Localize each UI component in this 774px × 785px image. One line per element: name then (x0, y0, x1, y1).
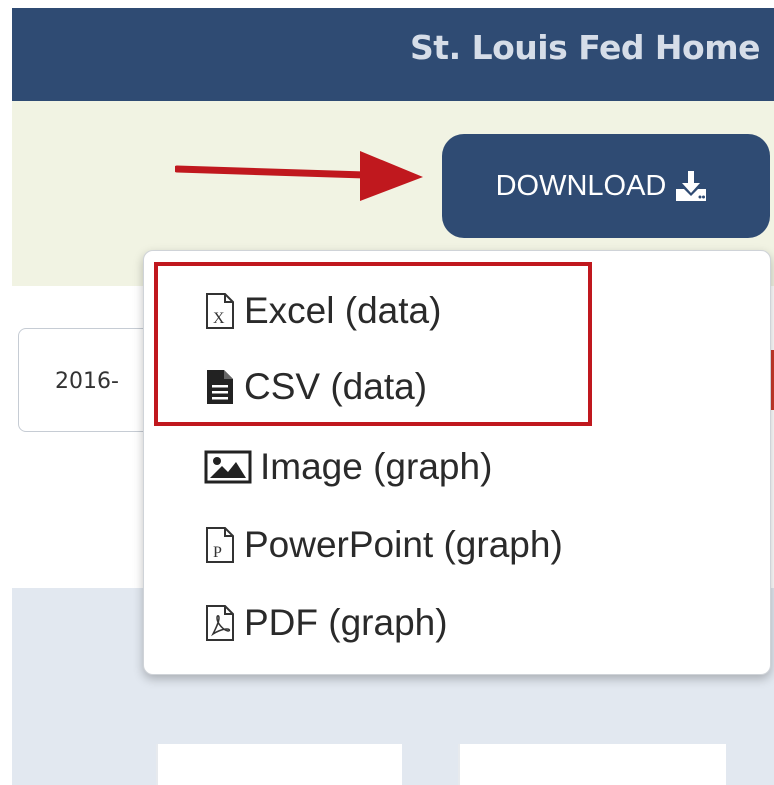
download-button[interactable]: DOWNLOAD (442, 134, 770, 238)
top-navbar: St. Louis Fed Home (12, 8, 774, 101)
menu-item-powerpoint[interactable]: P PowerPoint (graph) (204, 515, 563, 575)
svg-text:P: P (213, 544, 222, 561)
image-icon (204, 450, 252, 484)
menu-item-label: CSV (data) (244, 366, 428, 407)
menu-item-label: Image (graph) (260, 446, 493, 487)
menu-item-pdf[interactable]: PDF (graph) (204, 593, 448, 653)
download-icon (676, 171, 707, 201)
annotation-arrow-icon (175, 151, 423, 201)
content-card (458, 744, 726, 785)
content-card (156, 744, 402, 785)
svg-text:X: X (213, 310, 225, 327)
download-label: DOWNLOAD (495, 169, 667, 202)
powerpoint-file-icon: P (206, 527, 234, 563)
home-link[interactable]: St. Louis Fed Home (410, 28, 760, 67)
menu-item-excel[interactable]: X Excel (data) (204, 281, 441, 341)
menu-item-label: Excel (data) (244, 290, 442, 331)
excel-file-icon: X (206, 293, 234, 329)
csv-file-icon (207, 370, 233, 404)
menu-item-image[interactable]: Image (graph) (204, 437, 492, 497)
menu-item-label: PowerPoint (graph) (244, 524, 563, 565)
date-value: 2016- (55, 369, 119, 394)
menu-item-csv[interactable]: CSV (data) (204, 357, 427, 417)
pdf-file-icon (206, 605, 234, 641)
download-menu: X Excel (data) CSV (data) Image (graph) … (143, 250, 771, 675)
menu-item-label: PDF (graph) (244, 602, 448, 643)
